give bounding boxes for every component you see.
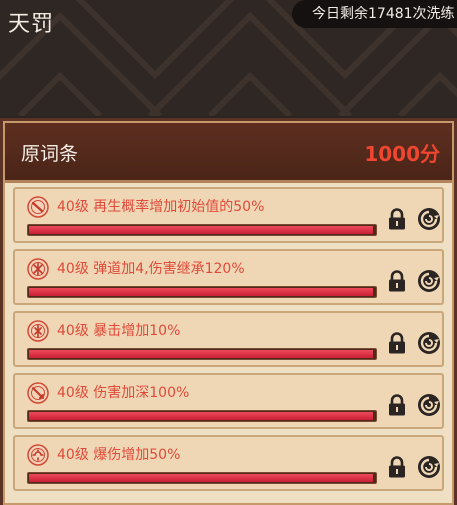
bullet-icon: [27, 196, 49, 218]
affix-row: 40级 伤害加深100%: [13, 373, 444, 429]
burst-icon: [27, 444, 49, 466]
affix-text: 40级 再生概率增加初始值的50%: [57, 199, 265, 215]
affix-progress-bar: [27, 224, 377, 236]
affix-row: 40级 暴击增加10%: [13, 311, 444, 367]
lock-icon[interactable]: [387, 270, 407, 292]
affix-progress-fill: [29, 350, 373, 358]
affix-text: 40级 伤害加深100%: [57, 385, 190, 401]
reroll-icon[interactable]: [417, 455, 441, 479]
affix-text: 40级 暴击增加10%: [57, 323, 181, 339]
affix-row: 40级 爆伤增加50%: [13, 435, 444, 491]
affix-text: 40级 爆伤增加50%: [57, 447, 181, 463]
remaining-count-badge: 今日剩余17481次洗练: [292, 0, 457, 28]
header-background: 天罚 今日剩余17481次洗练: [0, 0, 457, 116]
affix-progress-fill: [29, 412, 373, 420]
reroll-icon[interactable]: [417, 331, 441, 355]
affix-progress-fill: [29, 226, 373, 234]
reroll-icon[interactable]: [417, 207, 441, 231]
affix-progress-fill: [29, 288, 373, 296]
lock-icon[interactable]: [387, 456, 407, 478]
page-title: 天罚: [8, 12, 55, 37]
affix-row: 40级 弹道加4,伤害继承120%: [13, 249, 444, 305]
affix-progress-bar: [27, 472, 377, 484]
sword-icon: [27, 382, 49, 404]
affix-progress-bar: [27, 286, 377, 298]
reroll-icon[interactable]: [417, 393, 441, 417]
affix-progress-bar: [27, 410, 377, 422]
score-value: 1000分: [364, 142, 440, 166]
lock-icon[interactable]: [387, 332, 407, 354]
affix-panel: 原词条 1000分 40级 再生概率增加初始值的50% 40级 弹道加4,伤害继…: [0, 118, 457, 505]
reroll-icon[interactable]: [417, 269, 441, 293]
affix-progress-bar: [27, 348, 377, 360]
panel-label: 原词条: [21, 143, 79, 165]
spark-icon: [27, 258, 49, 280]
affix-progress-fill: [29, 474, 373, 482]
crit-icon: [27, 320, 49, 342]
panel-header: 原词条 1000分: [5, 123, 452, 183]
affix-panel-body: 原词条 1000分 40级 再生概率增加初始值的50% 40级 弹道加4,伤害继…: [3, 121, 454, 505]
affix-text: 40级 弹道加4,伤害继承120%: [57, 261, 245, 277]
affix-row: 40级 再生概率增加初始值的50%: [13, 187, 444, 243]
lock-icon[interactable]: [387, 394, 407, 416]
lock-icon[interactable]: [387, 208, 407, 230]
